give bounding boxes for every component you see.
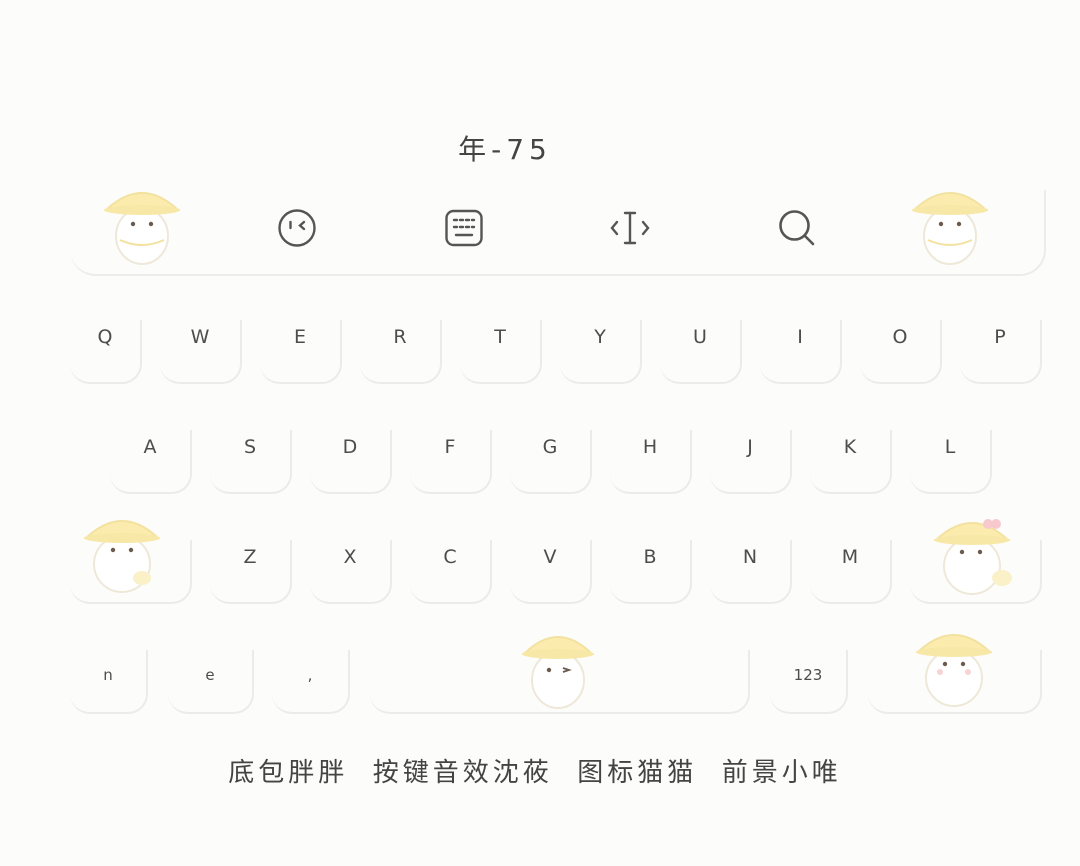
key-d[interactable]: D	[310, 430, 392, 494]
key-y[interactable]: Y	[560, 320, 642, 384]
key-q[interactable]: Q	[70, 320, 142, 384]
key-t[interactable]: T	[460, 320, 542, 384]
key-s[interactable]: S	[210, 430, 292, 494]
key-e[interactable]: E	[260, 320, 342, 384]
key-b[interactable]: B	[610, 540, 692, 604]
dog-sticker-icon	[103, 192, 181, 265]
key-h[interactable]: H	[610, 430, 692, 494]
key-z[interactable]: Z	[210, 540, 292, 604]
key-m[interactable]: M	[810, 540, 892, 604]
key-e-lower[interactable]: e	[168, 650, 254, 714]
key-a[interactable]: A	[110, 430, 192, 494]
key-u[interactable]: U	[660, 320, 742, 384]
keyboard-toolbar	[70, 190, 1046, 276]
cursor-icon[interactable]	[608, 206, 652, 250]
dog-sticker-icon	[933, 519, 1012, 595]
key-l[interactable]: L	[910, 430, 992, 494]
key-r[interactable]: R	[360, 320, 442, 384]
theme-credits: 底包胖胖 按键音效沈莜 图标猫猫 前景小唯	[228, 758, 842, 788]
search-icon[interactable]	[775, 206, 819, 250]
emoji-icon[interactable]	[275, 206, 319, 250]
comma-key[interactable]: ,	[272, 650, 350, 714]
key-w[interactable]: W	[160, 320, 242, 384]
key-n-lower[interactable]: n	[70, 650, 148, 714]
keyboard-icon[interactable]	[442, 206, 486, 250]
key-c[interactable]: C	[410, 540, 492, 604]
dog-sticker-icon	[911, 192, 989, 265]
key-g[interactable]: G	[510, 430, 592, 494]
key-v[interactable]: V	[510, 540, 592, 604]
key-p[interactable]: P	[960, 320, 1042, 384]
dog-sticker-icon	[521, 636, 595, 709]
key-j[interactable]: J	[710, 430, 792, 494]
keyboard-title: 年-75	[458, 133, 552, 166]
key-n[interactable]: N	[710, 540, 792, 604]
numbers-key[interactable]: 123	[770, 650, 848, 714]
key-f[interactable]: F	[410, 430, 492, 494]
key-x[interactable]: X	[310, 540, 392, 604]
dog-sticker-icon	[915, 634, 993, 707]
key-o[interactable]: O	[860, 320, 942, 384]
key-i[interactable]: I	[760, 320, 842, 384]
key-k[interactable]: K	[810, 430, 892, 494]
dog-sticker-icon	[83, 520, 161, 593]
